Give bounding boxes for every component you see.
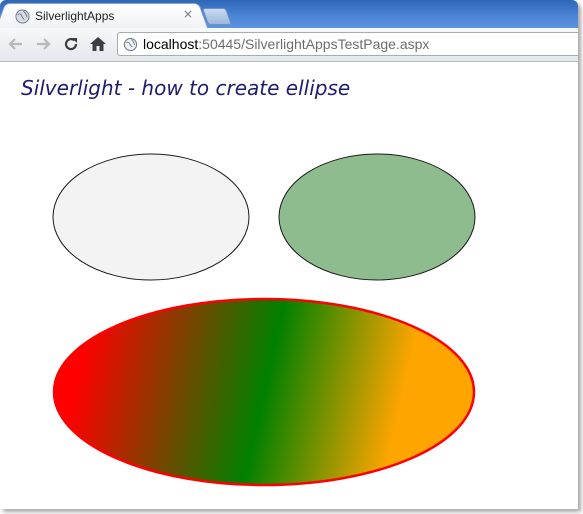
ellipse-canvas [52, 153, 476, 487]
home-button[interactable] [88, 34, 108, 54]
page-content: Silverlight - how to create ellipse [0, 62, 578, 509]
home-icon [90, 37, 106, 51]
back-arrow-icon [8, 38, 22, 50]
new-tab-button[interactable] [201, 8, 233, 25]
reload-icon [64, 37, 78, 51]
ellipse-dark-sea-green [278, 153, 476, 281]
globe-icon [15, 9, 30, 24]
address-bar[interactable]: localhost:50445/SilverlightAppsTestPage.… [117, 32, 578, 56]
address-path: :50445/SilverlightAppsTestPage.aspx [198, 36, 430, 52]
browser-tab[interactable]: SilverlightApps × [6, 3, 198, 29]
address-host: localhost [143, 36, 199, 52]
reload-button[interactable] [61, 34, 81, 54]
forward-button[interactable] [33, 34, 53, 54]
close-icon[interactable]: × [183, 7, 193, 21]
browser-toolbar: localhost:50445/SilverlightAppsTestPage.… [0, 28, 578, 62]
forward-arrow-icon [37, 38, 51, 50]
ellipse-light-gray [52, 153, 250, 281]
address-text: localhost:50445/SilverlightAppsTestPage.… [143, 36, 429, 52]
browser-window: SilverlightApps × localhost:50445/Silver… [0, 0, 578, 509]
back-button[interactable] [6, 34, 26, 54]
tab-title: SilverlightApps [35, 9, 115, 23]
ellipse-gradient [52, 297, 476, 487]
page-icon [123, 37, 138, 52]
tab-strip: SilverlightApps × [0, 0, 578, 29]
